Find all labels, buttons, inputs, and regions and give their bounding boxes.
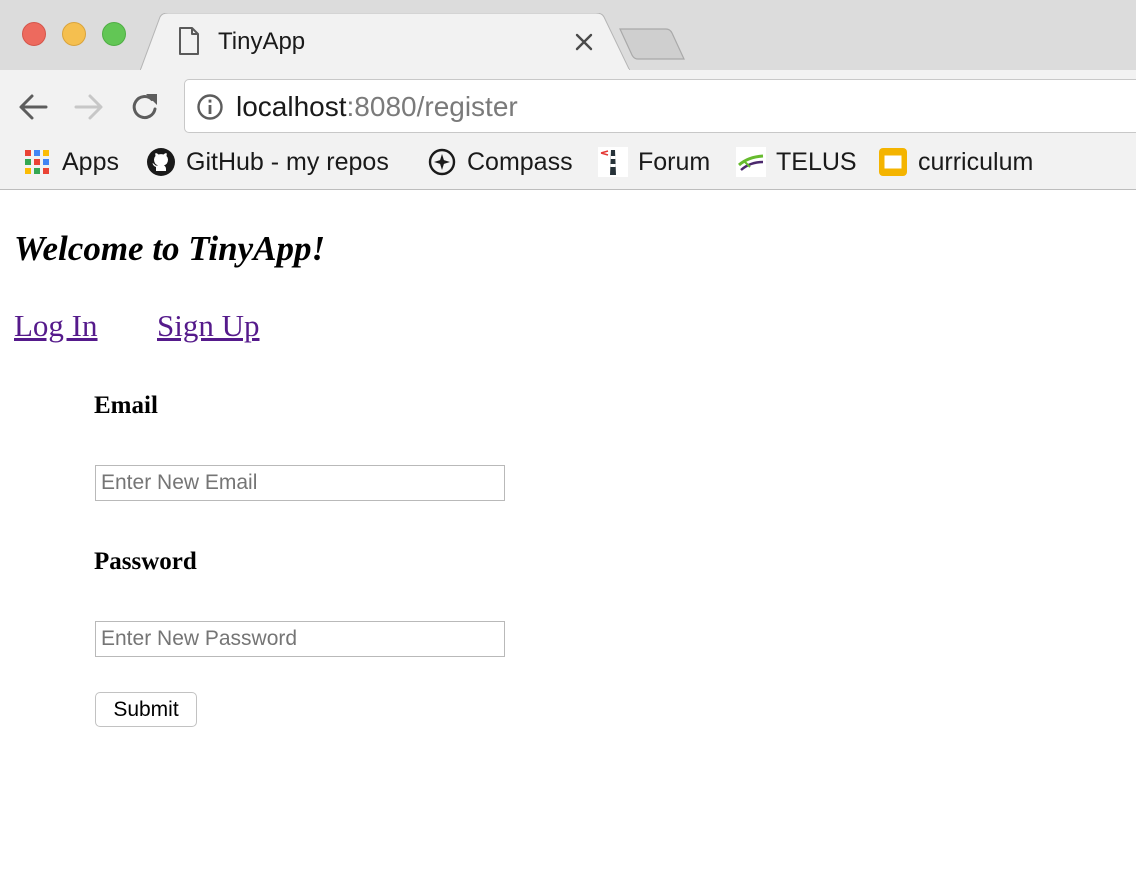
login-link[interactable]: Log In — [14, 306, 98, 346]
bookmark-label: curriculum — [918, 147, 1034, 176]
info-icon[interactable] — [196, 93, 224, 121]
reload-icon[interactable] — [128, 90, 162, 124]
close-tab-icon[interactable] — [572, 30, 596, 54]
email-label: Email — [94, 392, 158, 419]
signup-link[interactable]: Sign Up — [157, 306, 260, 346]
document-icon — [179, 27, 199, 55]
active-tab[interactable] — [140, 13, 630, 71]
lighthouse-icon — [598, 147, 628, 177]
url-path: :8080/register — [346, 91, 518, 122]
github-icon — [147, 148, 175, 176]
back-arrow-icon[interactable] — [16, 90, 50, 124]
bookmark-label: TELUS — [776, 147, 857, 176]
apps-grid-icon — [25, 150, 49, 174]
url-host: localhost — [236, 91, 347, 122]
bookmark-label: Forum — [638, 147, 711, 176]
window-close-button[interactable] — [22, 22, 46, 46]
bookmark-curriculum[interactable]: curriculum — [878, 144, 1033, 180]
compass-icon — [428, 148, 456, 176]
password-field[interactable] — [95, 621, 505, 657]
slides-icon — [879, 148, 907, 176]
new-tab-button[interactable] — [618, 27, 688, 63]
bookmark-forum[interactable]: Forum — [598, 144, 710, 180]
page-title: Welcome to TinyApp! — [14, 229, 326, 268]
window-maximize-button[interactable] — [102, 22, 126, 46]
bookmark-label: GitHub - my repos — [186, 147, 389, 176]
bookmark-label: Compass — [467, 147, 573, 176]
password-label: Password — [94, 548, 197, 575]
window-minimize-button[interactable] — [62, 22, 86, 46]
telus-icon — [736, 147, 766, 177]
bookmark-github[interactable]: GitHub - my repos — [146, 144, 389, 180]
bookmark-apps[interactable]: Apps — [22, 144, 119, 180]
submit-button[interactable]: Submit — [95, 692, 197, 727]
bookmark-compass[interactable]: Compass — [427, 144, 573, 180]
url-text[interactable]: localhost:8080/register — [236, 91, 518, 123]
email-field[interactable] — [95, 465, 505, 501]
bookmark-label: Apps — [62, 147, 119, 176]
bookmark-telus[interactable]: TELUS — [736, 144, 857, 180]
tab-title: TinyApp — [218, 28, 306, 55]
forward-arrow-icon[interactable] — [72, 90, 106, 124]
